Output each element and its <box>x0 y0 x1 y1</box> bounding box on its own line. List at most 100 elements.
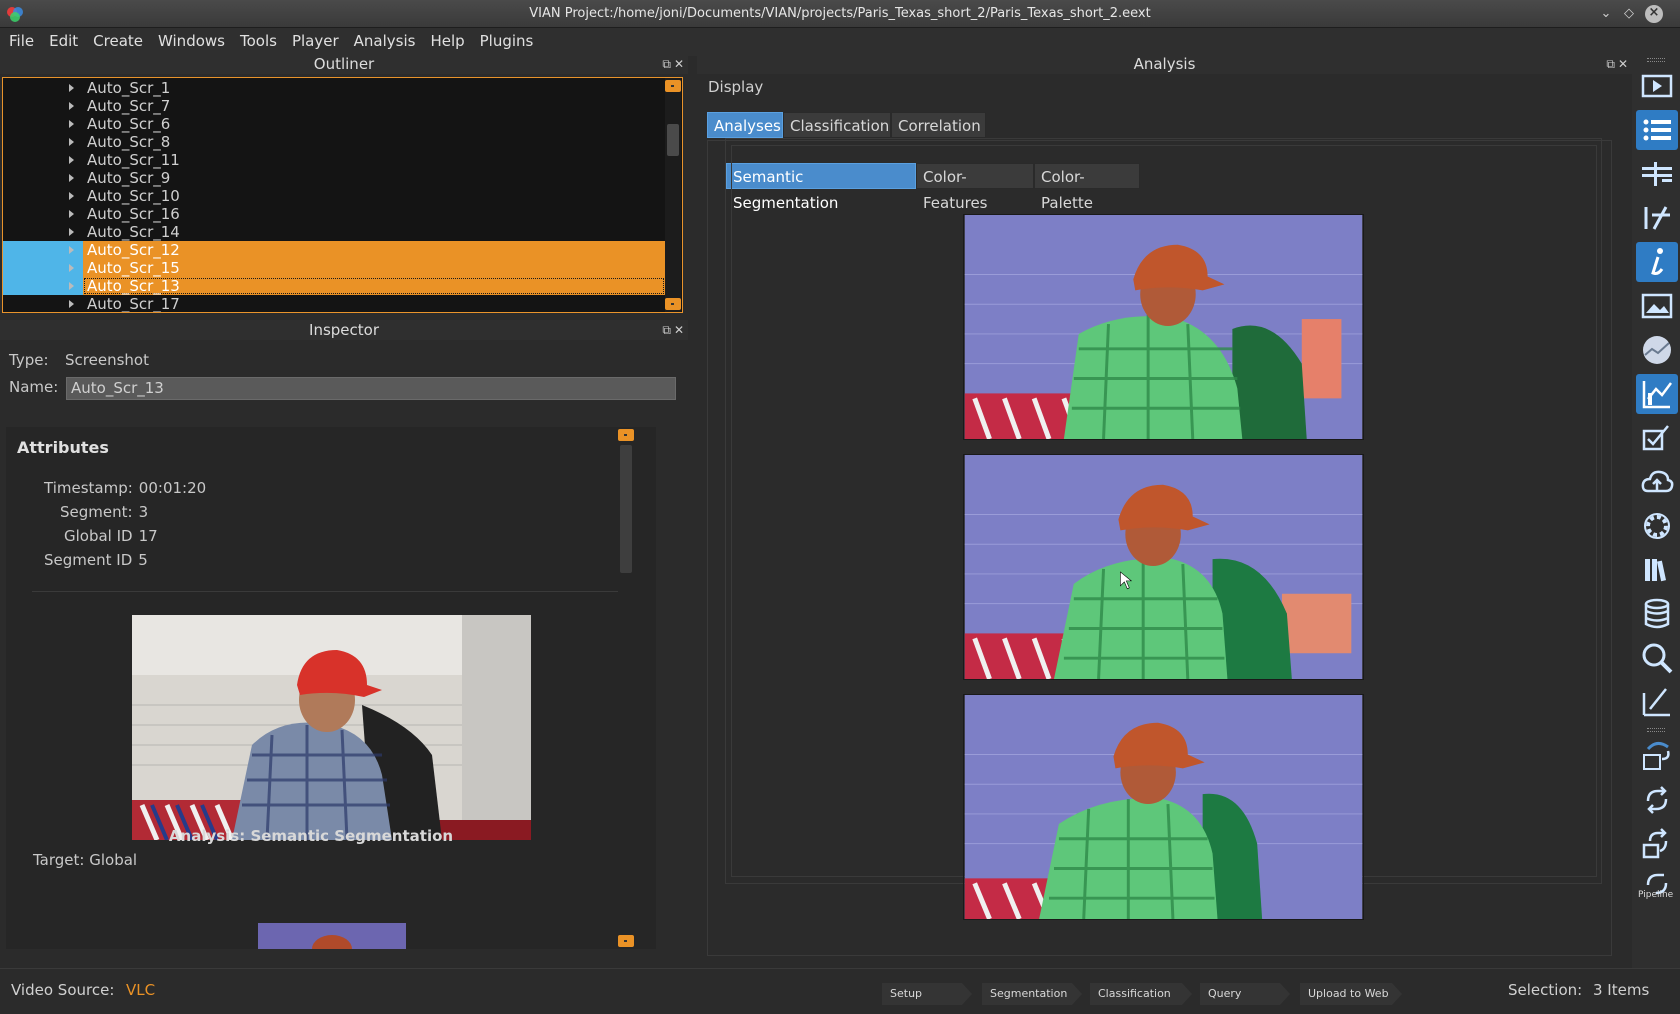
inspector-scrollbar[interactable] <box>618 427 634 949</box>
pipeline-label: Pipeline <box>1638 890 1674 900</box>
tree-item[interactable]: Auto_Scr_6 <box>3 115 665 133</box>
menu-analysis[interactable]: Analysis <box>348 28 422 56</box>
float-icon[interactable]: ⧉ <box>662 54 671 74</box>
tree-item-current[interactable]: Auto_Scr_13 <box>3 277 665 295</box>
expand-arrow-icon[interactable] <box>69 174 74 182</box>
inspector-icon[interactable] <box>1636 242 1678 282</box>
minimize-icon[interactable]: ⌄ <box>1598 6 1614 22</box>
tree-item[interactable]: Auto_Scr_10 <box>3 187 665 205</box>
screenshot-refresh-icon[interactable] <box>1636 736 1678 776</box>
expand-arrow-icon[interactable] <box>69 228 74 236</box>
pipeline-step-classification[interactable]: Classification <box>1090 983 1192 1005</box>
menu-create[interactable]: Create <box>87 28 149 56</box>
expand-arrow-icon[interactable] <box>69 192 74 200</box>
menu-player[interactable]: Player <box>286 28 345 56</box>
scroll-down-button[interactable] <box>618 935 634 947</box>
outliner-scrollbar[interactable] <box>665 78 681 312</box>
attr-segment: Segment: 3 <box>60 503 149 521</box>
tree-item[interactable]: Auto_Scr_11 <box>3 151 665 169</box>
menu-edit[interactable]: Edit <box>43 28 84 56</box>
expand-arrow-icon[interactable] <box>69 210 74 218</box>
tree-item[interactable]: Auto_Scr_8 <box>3 133 665 151</box>
cloud-upload-icon[interactable] <box>1636 462 1678 502</box>
menu-plugins[interactable]: Plugins <box>474 28 540 56</box>
title-bar: VIAN Project:/home/joni/Documents/VIAN/p… <box>0 0 1680 28</box>
expand-arrow-icon[interactable] <box>69 156 74 164</box>
pipeline-icon[interactable]: Pipeline <box>1636 868 1678 908</box>
library-icon[interactable] <box>1636 550 1678 590</box>
refresh-icon[interactable] <box>1636 780 1678 820</box>
close-icon[interactable]: ✕ <box>674 320 684 340</box>
menu-windows[interactable]: Windows <box>152 28 231 56</box>
toolbar-grip[interactable] <box>1647 58 1665 62</box>
display-label: Display <box>708 78 764 96</box>
tree-item[interactable]: Auto_Scr_17 <box>3 295 665 312</box>
inspector-panel: Type: Screenshot Name: Auto_Scr_13 Attri… <box>0 340 688 960</box>
tab-analyses[interactable]: Analyses <box>707 112 783 138</box>
close-icon[interactable]: ✕ <box>674 54 684 74</box>
analysis-chart-icon[interactable] <box>1636 374 1678 414</box>
name-field[interactable]: Auto_Scr_13 <box>66 377 676 400</box>
scroll-thumb[interactable] <box>620 445 632 573</box>
attr-global-id: Global ID 17 <box>64 527 158 545</box>
database-icon[interactable] <box>1636 594 1678 634</box>
expand-arrow-icon[interactable] <box>69 300 74 308</box>
pipeline-step-setup[interactable]: Setup <box>882 983 972 1005</box>
close-icon[interactable]: × <box>1645 5 1663 23</box>
pipeline-step-query[interactable]: Query <box>1200 983 1290 1005</box>
color-icon[interactable] <box>1636 330 1678 370</box>
expand-arrow-icon[interactable] <box>69 246 74 254</box>
scroll-down-button[interactable] <box>665 298 681 310</box>
tree-item-selected[interactable]: Auto_Scr_12 <box>3 241 665 259</box>
screenshot-sync-icon[interactable] <box>1636 824 1678 864</box>
outliner-tree[interactable]: Auto_Scr_1 Auto_Scr_7 Auto_Scr_6 Auto_Sc… <box>2 77 683 313</box>
expand-arrow-icon[interactable] <box>69 102 74 110</box>
pipeline-step-segmentation[interactable]: Segmentation <box>982 983 1082 1005</box>
expand-arrow-icon[interactable] <box>69 120 74 128</box>
target-label: Target: Global <box>33 851 138 869</box>
inspector-title-bar: Inspector ⧉ ✕ <box>0 320 688 340</box>
outliner-icon[interactable] <box>1636 110 1678 150</box>
scroll-up-button[interactable] <box>665 80 681 92</box>
brush-icon[interactable] <box>1636 682 1678 722</box>
pipeline-step-upload[interactable]: Upload to Web <box>1300 983 1402 1005</box>
settings-gear-icon[interactable] <box>1636 506 1678 546</box>
scroll-thumb[interactable] <box>667 124 679 156</box>
tree-item[interactable]: Auto_Scr_9 <box>3 169 665 187</box>
float-icon[interactable]: ⧉ <box>662 320 671 340</box>
tree-item[interactable]: Auto_Scr_1 <box>3 79 665 97</box>
menu-file[interactable]: File <box>3 28 40 56</box>
tree-item-selected[interactable]: Auto_Scr_15 <box>3 259 665 277</box>
player-icon[interactable] <box>1636 66 1678 106</box>
tree-item[interactable]: Auto_Scr_16 <box>3 205 665 223</box>
expand-arrow-icon[interactable] <box>69 264 74 272</box>
tree-item[interactable]: Auto_Scr_7 <box>3 97 665 115</box>
outliner-title: Outliner <box>313 55 375 73</box>
attr-timestamp: Timestamp: 00:01:20 <box>44 479 207 497</box>
window-title: VIAN Project:/home/joni/Documents/VIAN/p… <box>529 6 1151 21</box>
segmentation-image-1 <box>963 214 1364 440</box>
expand-arrow-icon[interactable] <box>69 84 74 92</box>
menu-bar: File Edit Create Windows Tools Player Analysis… <box>0 28 1680 56</box>
expand-arrow-icon[interactable] <box>69 282 74 290</box>
screenshot-manager-icon[interactable] <box>1636 198 1678 238</box>
scroll-up-button[interactable] <box>618 429 634 441</box>
toolbar-grip[interactable] <box>1647 728 1665 732</box>
image-icon[interactable] <box>1636 286 1678 326</box>
timeline-icon[interactable] <box>1636 154 1678 194</box>
selection-label: Selection: <box>1508 981 1583 999</box>
classification-check-icon[interactable] <box>1636 418 1678 458</box>
menu-help[interactable]: Help <box>424 28 470 56</box>
tab-classification[interactable]: Classification <box>783 112 891 138</box>
tab-correlation[interactable]: Correlation <box>891 112 986 138</box>
menu-tools[interactable]: Tools <box>234 28 283 56</box>
outliner-title-bar: Outliner ⧉ ✕ <box>0 54 688 74</box>
search-icon[interactable] <box>1636 638 1678 678</box>
expand-arrow-icon[interactable] <box>69 138 74 146</box>
segmentation-image-2 <box>963 454 1364 680</box>
screenshot-preview-image <box>132 615 531 840</box>
attributes-heading: Attributes <box>17 438 109 457</box>
maximize-icon[interactable]: ◇ <box>1621 6 1637 22</box>
divider <box>32 591 632 592</box>
tree-item[interactable]: Auto_Scr_14 <box>3 223 665 241</box>
